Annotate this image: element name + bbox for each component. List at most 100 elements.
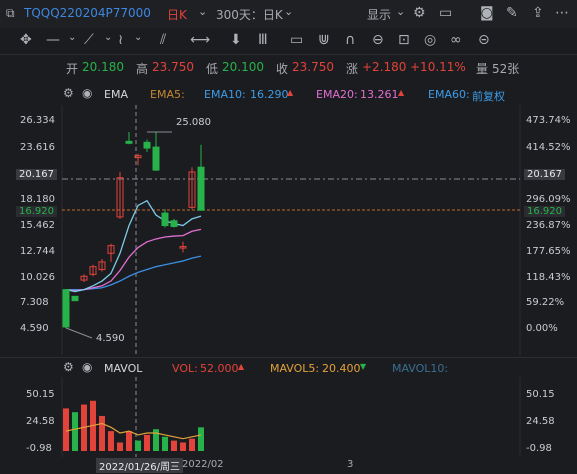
range-tool-icon[interactable]: ⟷ [190,32,210,48]
lock-icon[interactable]: ⊡ [398,32,410,48]
candle-body [170,220,178,228]
camera-icon[interactable]: ◙ [480,5,494,21]
rect-tool-icon[interactable]: ▭ [290,32,303,48]
up-arrow-icon: ▲ [398,88,405,97]
open-value: 20.180 [82,60,124,74]
volume-bar [99,415,105,451]
channel-tool-icon[interactable]: ⫽ [160,32,166,48]
line-tool-icon[interactable]: — [46,32,60,48]
ray-tool-icon[interactable]: ⟋ [84,32,94,48]
high-value: 23.750 [152,60,194,74]
volume-chart[interactable]: 50.15 24.58 -0.98 50.15 24.58 -0.98 [0,377,577,457]
ema20-label: EMA20: [316,88,358,101]
volume-label: 量 [476,62,489,76]
volume-indicator-name[interactable]: MAVOL [104,362,142,375]
vol-value: 52.000 [200,362,239,375]
layout-icon[interactable]: ▭ [439,5,452,21]
volume-bar [63,408,69,451]
candle-body [152,146,160,171]
price-chart[interactable]: 26.334 23.616 18.180 15.462 12.744 10.02… [0,105,577,355]
quote-row: 开 20.180 高 23.750 低 20.100 收 23.750 涨 +2… [0,55,577,79]
adjust-mode[interactable]: 前复权 [472,88,505,104]
volume-header: ⚙ ◉ MAVOL VOL: 52.000 ▲ MAVOL5: 20.400 ▼… [0,357,577,378]
candle-body [62,289,70,328]
arc-tool-icon[interactable]: ∩ [345,32,355,48]
more-icon[interactable]: ⋯ [555,5,569,21]
display-button[interactable]: 显示 [367,6,391,23]
glasses-icon[interactable]: ∞ [450,32,462,48]
volume-bar [198,427,204,451]
candlestick-plot[interactable] [0,105,577,355]
chevron-down-icon[interactable]: ⌄ [396,5,405,18]
magnet-icon[interactable]: ⋓ [318,32,330,48]
up-arrow-icon: ▲ [287,88,294,97]
change-label: 涨 [346,62,359,76]
volume-bar [180,442,186,451]
ema20-line [65,228,202,292]
chevron-down-icon[interactable]: ⌄ [284,5,293,18]
symbol-label[interactable]: TQQQ220204P77000 [24,6,151,20]
volume-bar [117,442,123,451]
eye-icon[interactable]: ◎ [424,32,436,48]
change-pct: +10.11% [410,60,466,74]
text-tool-icon[interactable]: Ⅲ [258,32,268,48]
settings-icon[interactable]: ⚙ [63,86,74,100]
volume-bar [144,434,150,451]
range-selector[interactable]: 300天：日K [216,6,283,23]
up-arrow-icon: ▲ [238,362,245,371]
volume-bar [72,412,78,451]
chevron-down-icon[interactable]: ⌄ [104,32,112,43]
volume-bar [108,431,114,451]
ema20-value: 13.261 [360,88,399,101]
date-tick: 2022/02 [182,459,224,470]
period-selector[interactable]: 日K [167,6,187,23]
settings-icon[interactable]: ⚙ [63,360,74,374]
volume-plot[interactable] [0,377,577,457]
settings-icon[interactable]: ⚙ [413,5,426,21]
ema60-line [66,255,202,291]
open-label: 开 [66,62,79,76]
close-value: 23.750 [292,60,334,74]
chevron-down-icon[interactable]: ⌄ [134,32,142,43]
volume-bar [171,440,177,451]
low-label: 低 [206,62,219,76]
ema10-label: EMA10: [204,88,246,101]
chevron-down-icon[interactable]: ⌄ [198,5,207,18]
eye-icon[interactable]: ◉ [82,360,92,374]
ema10-value: 16.290 [250,88,289,101]
high-label: 高 [136,62,149,76]
draw-pen-icon[interactable]: ✎ [506,5,518,21]
crosshair-icon[interactable]: ✥ [20,32,32,48]
clear-icon[interactable]: ⊝ [478,32,490,48]
high-annotation: 25.080 [176,117,211,128]
indicator-name[interactable]: EMA [104,88,128,101]
volume-bar [189,438,195,451]
close-label: 收 [276,62,289,76]
volume-bar [162,436,168,451]
date-tick: 3 [347,459,354,470]
cursor-date-tag: 2022/01/26/周三 [96,458,184,473]
vol-label: VOL: [172,362,198,375]
wave-tool-icon[interactable]: ≀ [118,32,123,48]
mavol5-value: 20.400 [322,362,361,375]
volume-value: 52张 [492,62,520,76]
drawing-toolbar: ✥ — ⌄ ⟋ ⌄ ≀ ⌄ ⫽ ⟷ ⬇ Ⅲ ▭ ⋓ ∩ ⊖ ⊡ ◎ ∞ ⊝ [0,28,577,55]
eye-icon[interactable]: ◉ [82,86,92,100]
indicator-row: ⚙ ◉ EMA EMA5: EMA10: 16.290 ▲ EMA20: 13.… [0,83,577,105]
arrow-tool-icon[interactable]: ⬇ [230,32,242,48]
chevron-down-icon[interactable]: ⌄ [68,32,76,43]
change-value: +2.180 [362,60,407,74]
down-arrow-icon: ▼ [360,362,367,371]
share-icon[interactable]: ⇪ [532,5,544,21]
mavol10-label: MAVOL10: [392,362,449,375]
window-icon[interactable]: ⧉ [6,6,15,21]
volume-bar [126,431,132,451]
top-bar: ⧉ TQQQ220204P77000 日K ⌄ 300天：日K ⌄ 显示 ⌄ ⚙… [0,0,577,29]
candle-body [161,212,169,227]
candle-body [143,141,151,149]
circle-tool-icon[interactable]: ⊖ [372,32,384,48]
time-axis: 2022/01/26/周三 2022/02 3 [0,457,577,474]
low-annotation-line [65,327,93,339]
candle-body [125,140,133,144]
mavol5-label: MAVOL5: [270,362,320,375]
